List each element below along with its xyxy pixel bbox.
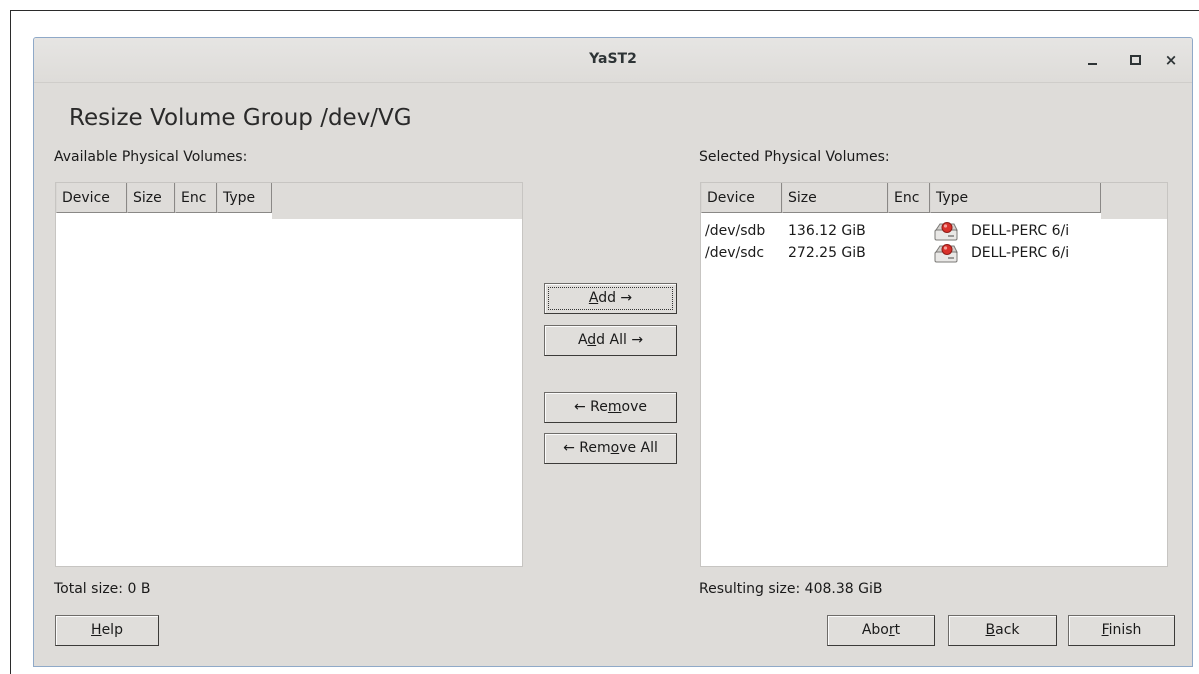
header-filler xyxy=(272,183,522,219)
type-cell: DELL-PERC 6/i xyxy=(971,245,1070,261)
maximize-button[interactable] xyxy=(1123,48,1147,72)
remove-all-button[interactable]: ← Remove All xyxy=(544,433,677,464)
total-size-label: Total size: 0 B xyxy=(54,581,151,597)
column-header-size[interactable]: Size xyxy=(782,183,888,213)
window-title: YaST2 xyxy=(589,51,637,67)
available-volumes-label: Available Physical Volumes: xyxy=(54,149,248,165)
type-cell: DELL-PERC 6/i xyxy=(971,223,1070,239)
column-header-size[interactable]: Size xyxy=(127,183,175,213)
back-button[interactable]: Back xyxy=(948,615,1057,646)
table-row[interactable]: /dev/sdc 272.25 GiB DELL-PERC 6/i xyxy=(701,243,1167,265)
maximize-icon xyxy=(1129,55,1141,65)
column-header-device[interactable]: Device xyxy=(701,183,782,213)
column-header-type[interactable]: Type xyxy=(930,183,1101,213)
help-button[interactable]: Help xyxy=(55,615,159,646)
device-cell: /dev/sdb xyxy=(705,223,766,239)
minimize-button[interactable] xyxy=(1080,48,1104,72)
column-header-type[interactable]: Type xyxy=(217,183,272,213)
page-title: Resize Volume Group /dev/VG xyxy=(69,105,412,131)
minimize-icon xyxy=(1087,63,1097,65)
header-filler xyxy=(1101,183,1167,219)
column-header-device[interactable]: Device xyxy=(56,183,127,213)
column-header-enc[interactable]: Enc xyxy=(888,183,930,213)
close-button[interactable]: × xyxy=(1159,48,1183,72)
close-icon: × xyxy=(1164,50,1178,69)
device-cell: /dev/sdc xyxy=(705,245,765,261)
hard-disk-icon xyxy=(934,222,958,241)
size-cell: 136.12 GiB xyxy=(788,223,866,239)
hard-disk-icon xyxy=(934,244,958,263)
resulting-size-label: Resulting size: 408.38 GiB xyxy=(699,581,883,597)
column-header-enc[interactable]: Enc xyxy=(175,183,217,213)
yast-window: YaST2 × Resize Volume Group /dev/VG Avai… xyxy=(33,37,1193,667)
available-volumes-table[interactable]: Device Size Enc Type xyxy=(55,182,523,567)
remove-button[interactable]: ← Remove xyxy=(544,392,677,423)
abort-button[interactable]: Abort xyxy=(827,615,935,646)
finish-button[interactable]: Finish xyxy=(1068,615,1175,646)
selected-volumes-label: Selected Physical Volumes: xyxy=(699,149,890,165)
table-row[interactable]: /dev/sdb 136.12 GiB DELL-PERC 6/i xyxy=(701,221,1167,243)
title-bar[interactable]: YaST2 × xyxy=(34,38,1192,83)
add-button[interactable]: Add → xyxy=(544,283,677,314)
selected-volumes-table[interactable]: Device Size Enc Type /dev/sdb 136.12 GiB… xyxy=(700,182,1168,567)
add-all-button[interactable]: Add All → xyxy=(544,325,677,356)
size-cell: 272.25 GiB xyxy=(788,245,866,261)
